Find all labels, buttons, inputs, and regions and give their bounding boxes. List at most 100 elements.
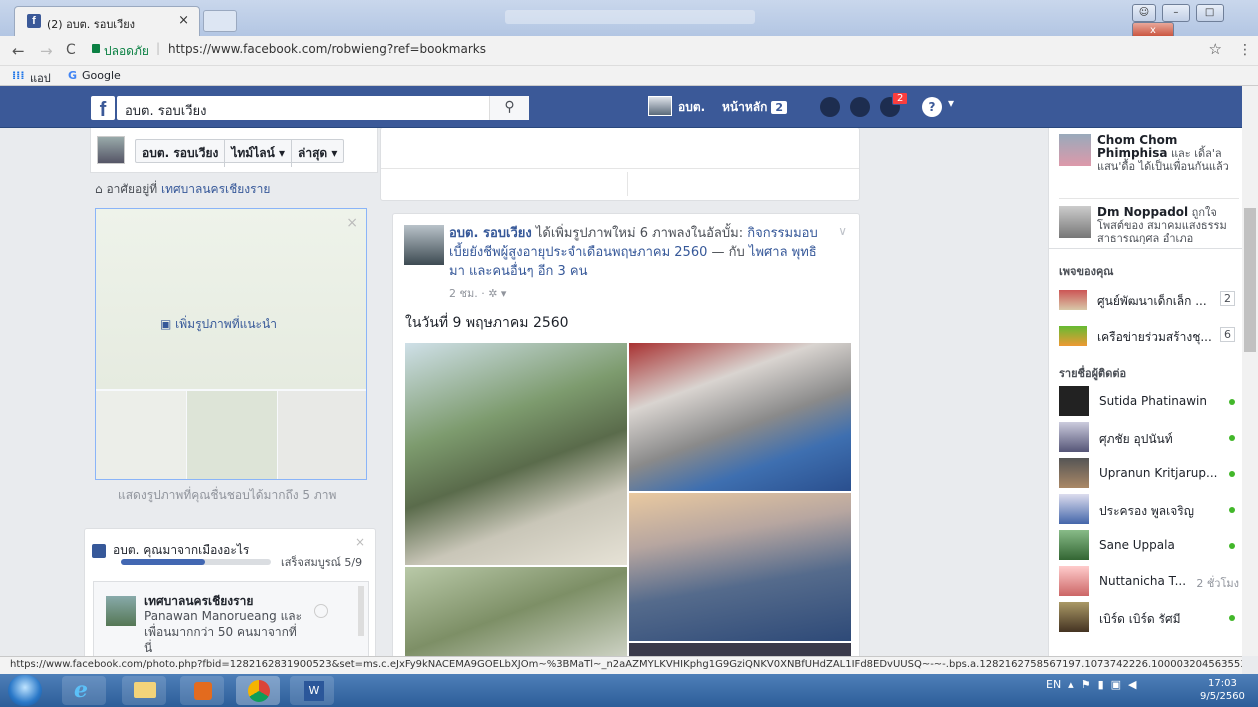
- contact-item[interactable]: Upranun Kritjarup...: [1059, 458, 1239, 490]
- user-profile-icon[interactable]: ☺: [1132, 4, 1156, 22]
- home-icon: ⌂: [95, 182, 107, 196]
- friend-requests-icon[interactable]: [820, 97, 840, 117]
- contact-item[interactable]: ศุภชัย อุปนันท์: [1059, 422, 1239, 454]
- lives-in-link[interactable]: เทศบาลนครเชียงราย: [161, 182, 270, 196]
- chrome-icon[interactable]: [236, 676, 280, 705]
- media-player-icon[interactable]: [180, 676, 224, 705]
- tab-close-icon[interactable]: ×: [178, 13, 189, 28]
- url-separator: |: [156, 41, 161, 55]
- post-photo-1[interactable]: [405, 343, 627, 565]
- latest-dropdown[interactable]: ล่าสุด ▾: [292, 140, 343, 167]
- page-scrollbar[interactable]: [1242, 86, 1258, 656]
- contact-item[interactable]: Sutida Phatinawin: [1059, 386, 1239, 418]
- hometown-question-label: อบต. คุณมาจากเมืองอะไร: [113, 543, 250, 557]
- facebook-square-icon: [92, 543, 106, 558]
- post-options-chevron-icon[interactable]: ∨: [838, 224, 847, 238]
- post-photo-2[interactable]: [629, 343, 851, 491]
- ticker-item-2[interactable]: Dm Noppadol ถูกใจโพสต์ของ สมาคมแสงธรรมสา…: [1097, 206, 1237, 244]
- language-indicator[interactable]: EN: [1046, 678, 1061, 691]
- nav-home-link[interactable]: หน้าหลัก 2: [722, 98, 788, 117]
- volume-icon[interactable]: ◀: [1128, 678, 1136, 691]
- reload-icon[interactable]: C: [66, 42, 76, 58]
- hometown-question: อบต. คุณมาจากเมืองอะไร: [92, 541, 250, 560]
- page-name-button[interactable]: อบต. รอบเวียง: [136, 140, 226, 167]
- nav-home-badge: 2: [771, 101, 788, 114]
- page-thumbnail[interactable]: [97, 136, 125, 164]
- help-icon[interactable]: ?: [922, 97, 942, 117]
- online-dot: [1229, 471, 1235, 477]
- page-count: 6: [1220, 327, 1235, 342]
- signal-icon[interactable]: ▮: [1098, 678, 1104, 691]
- new-tab-button[interactable]: [203, 10, 237, 32]
- list-scrollbar[interactable]: [358, 586, 364, 636]
- post-photo-5[interactable]: [629, 643, 851, 656]
- divider: [1059, 198, 1239, 199]
- nav-profile-link[interactable]: อบต.: [678, 98, 705, 117]
- facebook-bluebar: f อบต. รอบเวียง ⚲ อบต. หน้าหลัก 2 2 ? ▾: [0, 86, 1242, 128]
- network-icon[interactable]: ▣: [1111, 678, 1121, 691]
- progress-bar: [121, 559, 271, 565]
- contact-item[interactable]: Sane Uppala: [1059, 530, 1239, 562]
- post-timestamp[interactable]: 2 ชม. · ✲ ▾: [449, 284, 506, 302]
- contact-name: Sane Uppala: [1099, 538, 1175, 552]
- messenger-icon[interactable]: [850, 97, 870, 117]
- contact-name: Upranun Kritjarup...: [1099, 466, 1218, 480]
- ticker-avatar-1[interactable]: [1059, 134, 1091, 166]
- contact-item[interactable]: Nuttanicha T... 2 ชั่วโมง: [1059, 566, 1239, 598]
- featured-photo-2: [187, 391, 277, 479]
- divider: [627, 172, 628, 196]
- start-button-icon[interactable]: [8, 675, 42, 706]
- search-input[interactable]: อบต. รอบเวียง: [125, 100, 207, 121]
- minimize-button[interactable]: –: [1161, 4, 1190, 22]
- contact-name: เบิร์ด เบิร์ด รัศมี: [1099, 612, 1181, 626]
- scrollbar-thumb[interactable]: [1244, 208, 1256, 352]
- word-icon[interactable]: W: [290, 676, 334, 705]
- contacts-header: รายชื่อผู้ติดต่อ: [1059, 367, 1127, 380]
- featured-photos-box[interactable]: ▣ เพิ่มรูปภาพที่แนะนำ ×: [95, 208, 367, 480]
- profile-avatar[interactable]: [648, 96, 672, 116]
- timeline-dropdown[interactable]: ไทม์ไลน์ ▾: [225, 140, 293, 167]
- forward-arrow-icon[interactable]: →: [40, 42, 53, 60]
- page-item[interactable]: เครือข่ายร่วมสร้างชุ... 6: [1059, 324, 1239, 348]
- post-author-avatar[interactable]: [404, 225, 444, 265]
- contact-item[interactable]: ประครอง พูลเจริญ: [1059, 494, 1239, 526]
- online-dot: [1229, 543, 1235, 549]
- maximize-button[interactable]: □: [1195, 4, 1224, 22]
- apps-grid-icon[interactable]: ⁞⁞⁞: [12, 69, 25, 82]
- menu-dots-icon[interactable]: ⋮: [1238, 42, 1252, 58]
- page-count: 2: [1220, 291, 1235, 306]
- page-header-bar: อบต. รอบเวียง ไทม์ไลน์ ▾ ล่าสุด ▾: [90, 128, 378, 173]
- system-clock[interactable]: 17:03 9/5/2560: [1200, 677, 1245, 703]
- bookmark-apps[interactable]: แอป: [30, 69, 51, 87]
- close-icon[interactable]: ×: [355, 535, 365, 549]
- flag-icon[interactable]: ⚑: [1081, 678, 1091, 691]
- photo-hint: แสดงรูปภาพที่คุณชื่นชอบได้มากถึง 5 ภาพ: [118, 488, 337, 502]
- contact-avatar: [1059, 494, 1089, 524]
- city-radio[interactable]: [314, 604, 328, 618]
- pages-header: เพจของคุณ: [1059, 265, 1114, 278]
- add-featured-photo-link[interactable]: ▣ เพิ่มรูปภาพที่แนะนำ: [160, 315, 277, 334]
- contact-item[interactable]: เบิร์ด เบิร์ด รัศมี: [1059, 602, 1239, 634]
- internet-explorer-icon[interactable]: e: [62, 676, 106, 705]
- bookmark-google[interactable]: Google: [82, 69, 121, 82]
- facebook-logo-icon[interactable]: f: [91, 96, 115, 121]
- search-icon[interactable]: ⚲: [489, 96, 529, 120]
- browser-tab[interactable]: f (2) อบต. รอบเวียง ×: [14, 6, 200, 36]
- back-arrow-icon[interactable]: ←: [12, 42, 25, 60]
- city-suggestion[interactable]: เทศบาลนครเชียงราย Panawan Manorueang และ…: [93, 581, 369, 656]
- search-box[interactable]: อบต. รอบเวียง ⚲: [117, 96, 529, 120]
- post-photo-4[interactable]: [405, 567, 627, 656]
- contact-avatar: [1059, 530, 1089, 560]
- account-menu-chevron-icon[interactable]: ▾: [948, 96, 954, 110]
- google-g-icon: G: [68, 69, 78, 82]
- post-author[interactable]: อบต. รอบเวียง: [449, 226, 532, 241]
- url-text[interactable]: https://www.facebook.com/robwieng?ref=bo…: [168, 42, 486, 56]
- bookmark-star-icon[interactable]: ☆: [1209, 40, 1222, 58]
- page-item[interactable]: ศูนย์พัฒนาเด็กเล็ก ... 2: [1059, 288, 1239, 312]
- ticker-avatar-2[interactable]: [1059, 206, 1091, 238]
- file-explorer-icon[interactable]: [122, 676, 166, 705]
- ticker-item-1[interactable]: Chom Chom Phimphisa และ เดิ้ล'ล แสน'ดื้อ…: [1097, 134, 1237, 174]
- post-photo-3[interactable]: [629, 493, 851, 641]
- url-box[interactable]: ปลอดภัย | https://www.facebook.com/robwi…: [92, 40, 1222, 62]
- close-icon[interactable]: ×: [346, 215, 358, 231]
